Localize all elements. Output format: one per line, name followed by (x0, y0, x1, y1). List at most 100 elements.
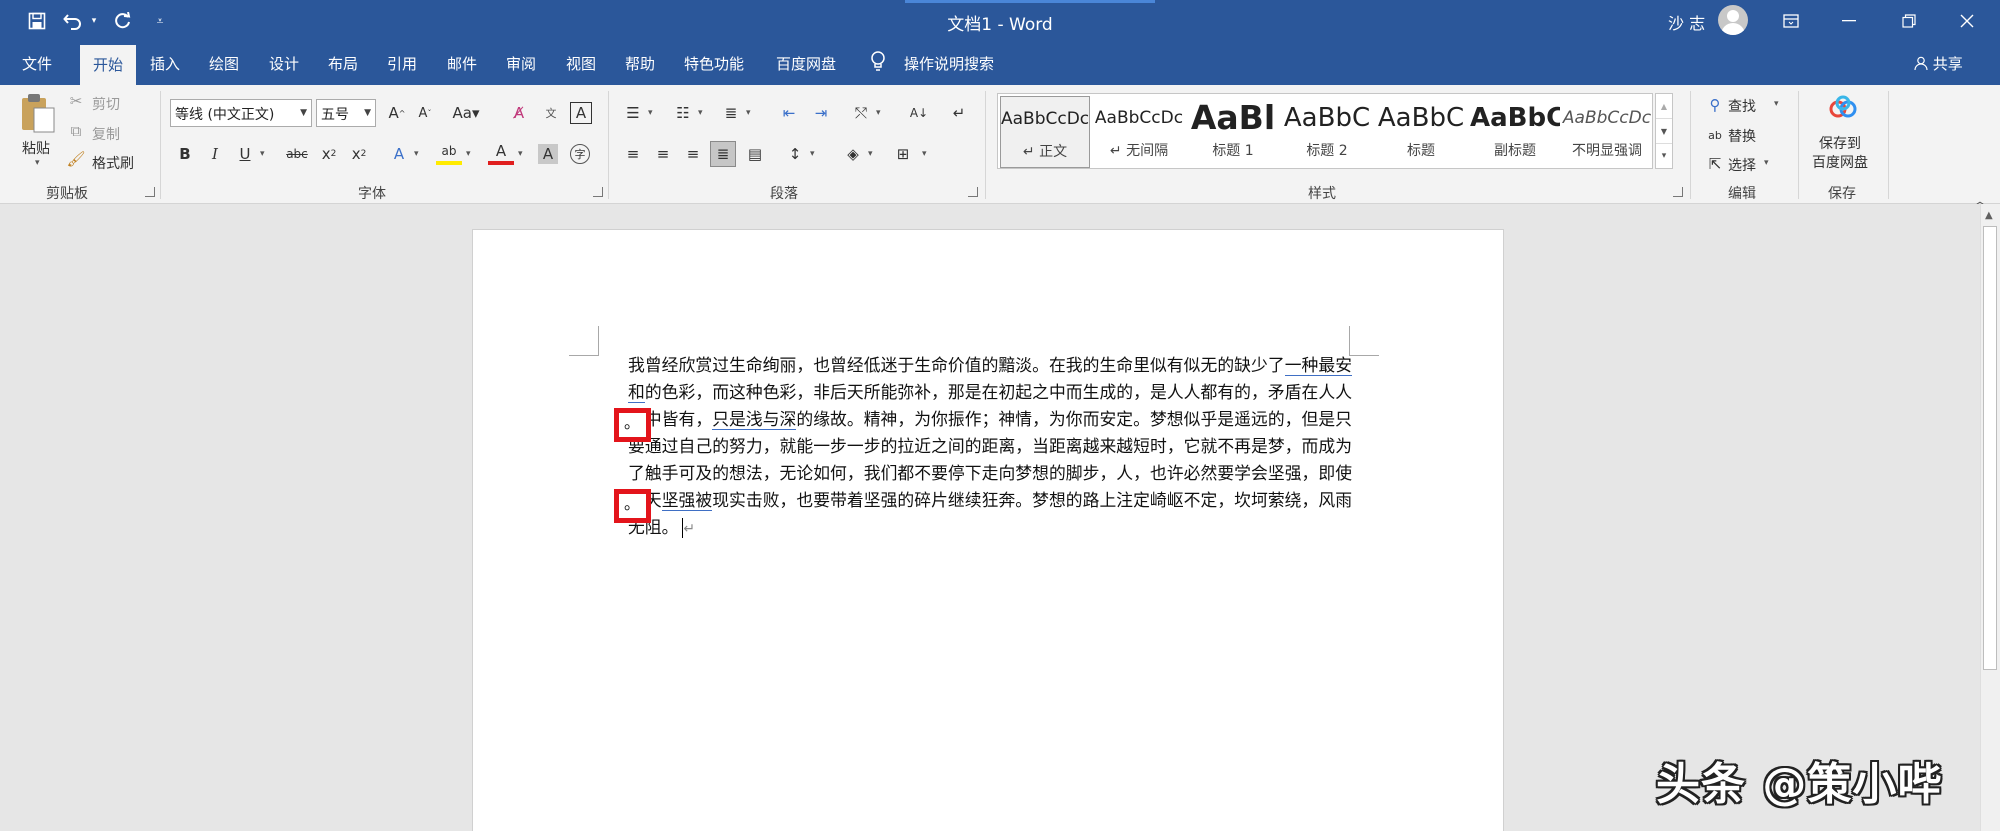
asian-layout-icon[interactable]: ⤲ (848, 100, 874, 126)
gallery-down-icon[interactable]: ▼ (1656, 119, 1672, 144)
style-subtitle[interactable]: AaBbC 副标题 (1470, 96, 1560, 168)
ribbon-display-options-icon[interactable] (1776, 8, 1806, 34)
clear-formatting-icon[interactable]: A̸ (506, 100, 532, 126)
text-effects-icon[interactable]: A (386, 141, 412, 167)
close-icon[interactable] (1952, 8, 1982, 34)
tab-baidu-netdisk[interactable]: 百度网盘 (776, 53, 836, 74)
style-heading-1[interactable]: AaBl 标题 1 (1188, 96, 1278, 168)
bold-icon[interactable]: B (172, 141, 198, 167)
numbering-icon[interactable]: ☷ (670, 100, 696, 126)
gallery-more-icon[interactable]: ▾ (1656, 144, 1672, 168)
copy-icon[interactable]: ⧉ (66, 121, 86, 141)
replace-label[interactable]: 替换 (1728, 126, 1756, 146)
gallery-up-icon[interactable]: ▲ (1656, 94, 1672, 119)
tab-references[interactable]: 引用 (387, 53, 417, 74)
multilevel-list-icon[interactable]: ≣ (718, 100, 744, 126)
format-painter-icon[interactable]: 🖌 (66, 149, 86, 169)
select-dropdown-icon[interactable]: ▾ (1764, 158, 1769, 168)
style-heading-2[interactable]: AaBbC 标题 2 (1282, 96, 1372, 168)
style-title[interactable]: AaBbC 标题 (1376, 96, 1466, 168)
tab-draw[interactable]: 绘图 (209, 53, 239, 74)
show-paragraph-marks-icon[interactable]: ↵ (946, 100, 972, 126)
baidu-cloud-icon[interactable] (1826, 93, 1860, 123)
tab-layout[interactable]: 布局 (328, 53, 358, 74)
tab-mailings[interactable]: 邮件 (447, 53, 477, 74)
font-launcher-icon[interactable] (593, 187, 603, 197)
user-name[interactable]: 沙 志 (1668, 10, 1705, 34)
highlight-dropdown-icon[interactable]: ▾ (466, 149, 471, 159)
decrease-indent-icon[interactable]: ⇤ (776, 100, 802, 126)
replace-icon[interactable]: ab (1702, 122, 1728, 148)
paste-label[interactable]: 粘贴 (22, 138, 50, 158)
tab-view[interactable]: 视图 (566, 53, 596, 74)
find-label[interactable]: 查找 (1728, 96, 1756, 116)
find-dropdown-icon[interactable]: ▾ (1774, 99, 1779, 109)
distributed-icon[interactable]: ▤ (742, 141, 768, 167)
enclose-characters-icon[interactable]: 字 (570, 144, 590, 164)
highlight-color-icon[interactable]: ab (436, 141, 462, 165)
superscript-icon[interactable]: x2 (346, 141, 372, 167)
italic-icon[interactable]: I (202, 141, 228, 167)
find-icon[interactable]: ⚲ (1702, 92, 1728, 118)
increase-indent-icon[interactable]: ⇥ (808, 100, 834, 126)
shading-dropdown-icon[interactable]: ▾ (868, 149, 873, 159)
restore-icon[interactable] (1894, 8, 1924, 34)
sort-icon[interactable]: A↓ (906, 100, 932, 126)
font-size-combo[interactable]: 五号 ▼ (316, 99, 376, 127)
save-to-baidu-button[interactable]: 保存到 百度网盘 (1812, 135, 1868, 173)
phonetic-guide-icon[interactable]: 文 (538, 100, 564, 126)
select-cursor-icon[interactable]: ⇱ (1702, 151, 1728, 177)
paragraph-launcher-icon[interactable] (968, 187, 978, 197)
avatar[interactable] (1718, 5, 1748, 35)
cut-label[interactable]: 剪切 (92, 94, 120, 114)
tab-help[interactable]: 帮助 (625, 53, 655, 74)
tab-special-features[interactable]: 特色功能 (684, 53, 744, 74)
underline-icon[interactable]: U (232, 141, 258, 167)
scrollbar-thumb[interactable] (1983, 226, 1997, 670)
paste-icon[interactable] (16, 91, 60, 135)
borders-dropdown-icon[interactable]: ▾ (922, 149, 927, 159)
character-border-icon[interactable]: A (570, 102, 592, 124)
shrink-font-icon[interactable]: Aˇ (412, 100, 438, 126)
minimize-icon[interactable] (1834, 8, 1864, 34)
justify-icon[interactable]: ≣ (710, 141, 736, 167)
copy-label[interactable]: 复制 (92, 124, 120, 144)
grow-font-icon[interactable]: A ^ (384, 100, 410, 126)
style-subtle-emphasis[interactable]: AaBbCcDc 不明显强调 (1562, 96, 1652, 168)
asian-layout-dropdown-icon[interactable]: ▾ (876, 108, 881, 118)
font-name-combo[interactable]: 等线 (中文正文) ▼ (170, 99, 312, 127)
style-no-spacing[interactable]: AaBbCcDc ↵ 无间隔 (1094, 96, 1184, 168)
text-effects-dropdown-icon[interactable]: ▾ (414, 149, 419, 159)
tab-design[interactable]: 设计 (269, 53, 299, 74)
subscript-icon[interactable]: x2 (316, 141, 342, 167)
tab-review[interactable]: 审阅 (506, 53, 536, 74)
share-button[interactable]: 共享 (1914, 53, 1963, 74)
cut-icon[interactable]: ✂ (66, 91, 86, 111)
align-left-icon[interactable]: ≡ (620, 141, 646, 167)
scroll-up-icon[interactable]: ▲ (1985, 210, 1993, 221)
tab-file[interactable]: 文件 (22, 53, 52, 74)
borders-icon[interactable]: ⊞ (890, 141, 916, 167)
character-shading-icon[interactable]: A (538, 144, 558, 164)
bullets-dropdown-icon[interactable]: ▾ (648, 108, 653, 118)
change-case-icon[interactable]: Aa▾ (450, 100, 482, 126)
tab-home[interactable]: 开始 (80, 45, 136, 85)
format-painter-label[interactable]: 格式刷 (92, 153, 134, 173)
align-center-icon[interactable]: ≡ (650, 141, 676, 167)
line-spacing-dropdown-icon[interactable]: ▾ (810, 149, 815, 159)
align-right-icon[interactable]: ≡ (680, 141, 706, 167)
underline-dropdown-icon[interactable]: ▾ (260, 149, 265, 159)
bullets-icon[interactable]: ☰ (620, 100, 646, 126)
tab-insert[interactable]: 插入 (150, 53, 180, 74)
numbering-dropdown-icon[interactable]: ▾ (698, 108, 703, 118)
shading-icon[interactable]: ◈ (840, 141, 866, 167)
select-label[interactable]: 选择 (1728, 155, 1756, 175)
tell-me-search[interactable]: 操作说明搜索 (904, 53, 994, 74)
document-body-text[interactable]: 我曾经欣赏过生命绚丽，也曾经低迷于生命价值的黯淡。在我的生命里似有似无的缺少了一… (628, 352, 1352, 543)
clipboard-launcher-icon[interactable] (145, 187, 155, 197)
style-normal[interactable]: AaBbCcDc ↵ 正文 (1000, 96, 1090, 168)
paste-dropdown-icon[interactable]: ▾ (35, 158, 40, 168)
font-color-icon[interactable]: A (488, 141, 514, 165)
styles-launcher-icon[interactable] (1673, 187, 1683, 197)
strikethrough-icon[interactable]: abc (284, 141, 310, 167)
